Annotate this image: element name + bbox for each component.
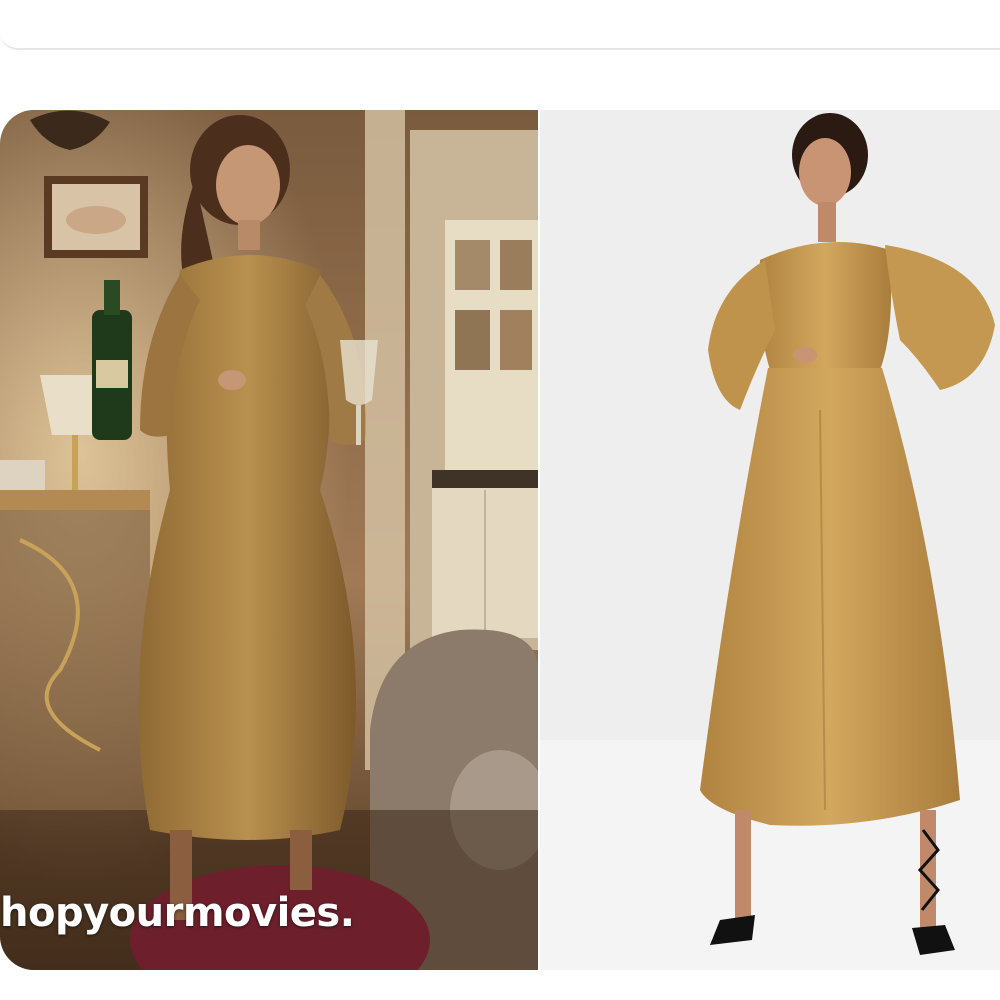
wine-glass: [340, 340, 378, 405]
model-dress-bodice: [758, 242, 892, 370]
search-bar-edge: [0, 0, 1000, 50]
model-face: [799, 138, 851, 206]
model-leg-right: [920, 810, 936, 930]
face: [216, 145, 280, 225]
product-photo: [540, 110, 1000, 970]
books: [0, 460, 45, 490]
watermark-text: hopyourmovies.: [0, 890, 355, 936]
side-table: [0, 490, 150, 510]
product-scene: [540, 110, 1000, 970]
leg-right: [290, 830, 312, 890]
model-cutout: [793, 347, 817, 363]
film-still-scene: [0, 110, 538, 970]
film-still-photo: hopyourmovies.: [0, 110, 538, 970]
comparison-image-card: hopyourmovies.: [0, 110, 1000, 970]
lamp-stand: [72, 435, 78, 495]
model-leg-left: [735, 810, 751, 920]
counter-top: [432, 470, 538, 488]
cutout: [218, 370, 246, 390]
